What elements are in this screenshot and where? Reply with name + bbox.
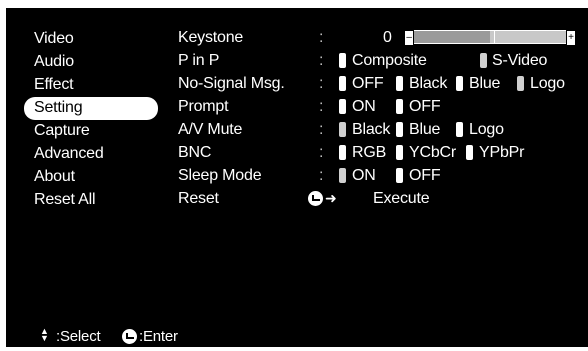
frame-left [0,0,6,351]
reset-label: Reset [178,190,219,207]
radio-indicator-icon [517,76,524,91]
no-signal-option-off[interactable]: OFF [352,73,384,94]
row-pinp: P in P : Composite S-Video [176,50,586,73]
av-mute-option-blue[interactable]: Blue [409,119,440,140]
colon: : [319,167,324,184]
radio-indicator-icon [396,76,403,91]
sleep-option-off[interactable]: OFF [409,165,441,186]
settings-panel: Keystone : 0 – + P in P : Composite S-Vi… [176,27,586,211]
row-reset: Reset ➜ Execute [176,188,586,211]
pinp-option-svideo[interactable]: S-Video [492,50,547,71]
colon: : [319,29,324,46]
prompt-label: Prompt [178,98,229,115]
bnc-option-ypbpr[interactable]: YPbPr [479,142,524,163]
prompt-option-on[interactable]: ON [352,96,376,117]
radio-indicator-icon [396,122,403,137]
radio-indicator-icon [480,53,487,68]
projector-menu-screen: Video Audio Effect Setting Capture Advan… [0,0,588,351]
row-sleep-mode: Sleep Mode : ON OFF [176,165,586,188]
no-signal-option-logo[interactable]: Logo [530,73,565,94]
menu-item-setting[interactable]: Setting [24,97,158,120]
row-no-signal: No-Signal Msg. : OFF Black Blue Logo [176,73,586,96]
prompt-option-off[interactable]: OFF [409,96,441,117]
enter-hint: :Enter [139,328,178,345]
colon: : [319,121,324,138]
colon: : [319,52,324,69]
colon: : [319,75,324,92]
menu-item-capture[interactable]: Capture [24,120,164,143]
keystone-slider-fill [405,31,490,43]
av-mute-option-black[interactable]: Black [352,119,390,140]
radio-indicator-icon [339,53,346,68]
radio-indicator-icon [466,145,473,160]
radio-indicator-icon [339,122,346,137]
no-signal-label: No-Signal Msg. [178,75,285,92]
radio-indicator-icon [456,76,463,91]
bnc-option-rgb[interactable]: RGB [352,142,386,163]
row-keystone: Keystone : 0 – + [176,27,586,50]
av-mute-label: A/V Mute [178,121,243,138]
menu-item-about[interactable]: About [24,166,164,189]
menu-item-effect[interactable]: Effect [24,74,164,97]
colon: : [319,144,324,161]
pinp-label: P in P [178,52,220,69]
radio-indicator-icon [339,99,346,114]
enter-icon [308,191,323,206]
colon: : [319,98,324,115]
keystone-slider-center-mark [494,31,495,43]
radio-indicator-icon [339,168,346,183]
main-menu: Video Audio Effect Setting Capture Advan… [24,28,164,212]
no-signal-option-black[interactable]: Black [409,73,447,94]
keystone-slider[interactable]: – + [404,30,576,46]
frame-top [0,0,588,8]
bnc-label: BNC [178,144,212,161]
sleep-mode-label: Sleep Mode [178,167,262,184]
select-hint: :Select [56,328,101,345]
plus-icon[interactable]: + [566,30,576,46]
minus-icon[interactable]: – [404,30,414,46]
frame-bottom [0,347,588,351]
menu-item-video[interactable]: Video [24,28,164,51]
menu-item-reset-all[interactable]: Reset All [24,189,164,212]
av-mute-option-logo[interactable]: Logo [469,119,504,140]
arrow-right-icon: ➜ [325,190,337,206]
radio-indicator-icon [456,122,463,137]
menu-item-audio[interactable]: Audio [24,51,164,74]
pinp-option-composite[interactable]: Composite [352,50,427,71]
radio-indicator-icon [396,168,403,183]
radio-indicator-icon [396,99,403,114]
enter-icon [122,329,137,344]
bnc-option-ycbcr[interactable]: YCbCr [409,142,456,163]
row-bnc: BNC : RGB YCbCr YPbPr [176,142,586,165]
radio-indicator-icon [396,145,403,160]
sleep-option-on[interactable]: ON [352,165,376,186]
keystone-label: Keystone [178,29,244,46]
radio-indicator-icon [339,145,346,160]
keystone-value: 0 [383,29,392,46]
updown-arrow-icon: ▲ ▼ [40,326,49,343]
radio-indicator-icon [339,76,346,91]
menu-item-advanced[interactable]: Advanced [24,143,164,166]
no-signal-option-blue[interactable]: Blue [469,73,500,94]
reset-execute-button[interactable]: Execute [373,188,430,209]
row-prompt: Prompt : ON OFF [176,96,586,119]
row-av-mute: A/V Mute : Black Blue Logo [176,119,586,142]
